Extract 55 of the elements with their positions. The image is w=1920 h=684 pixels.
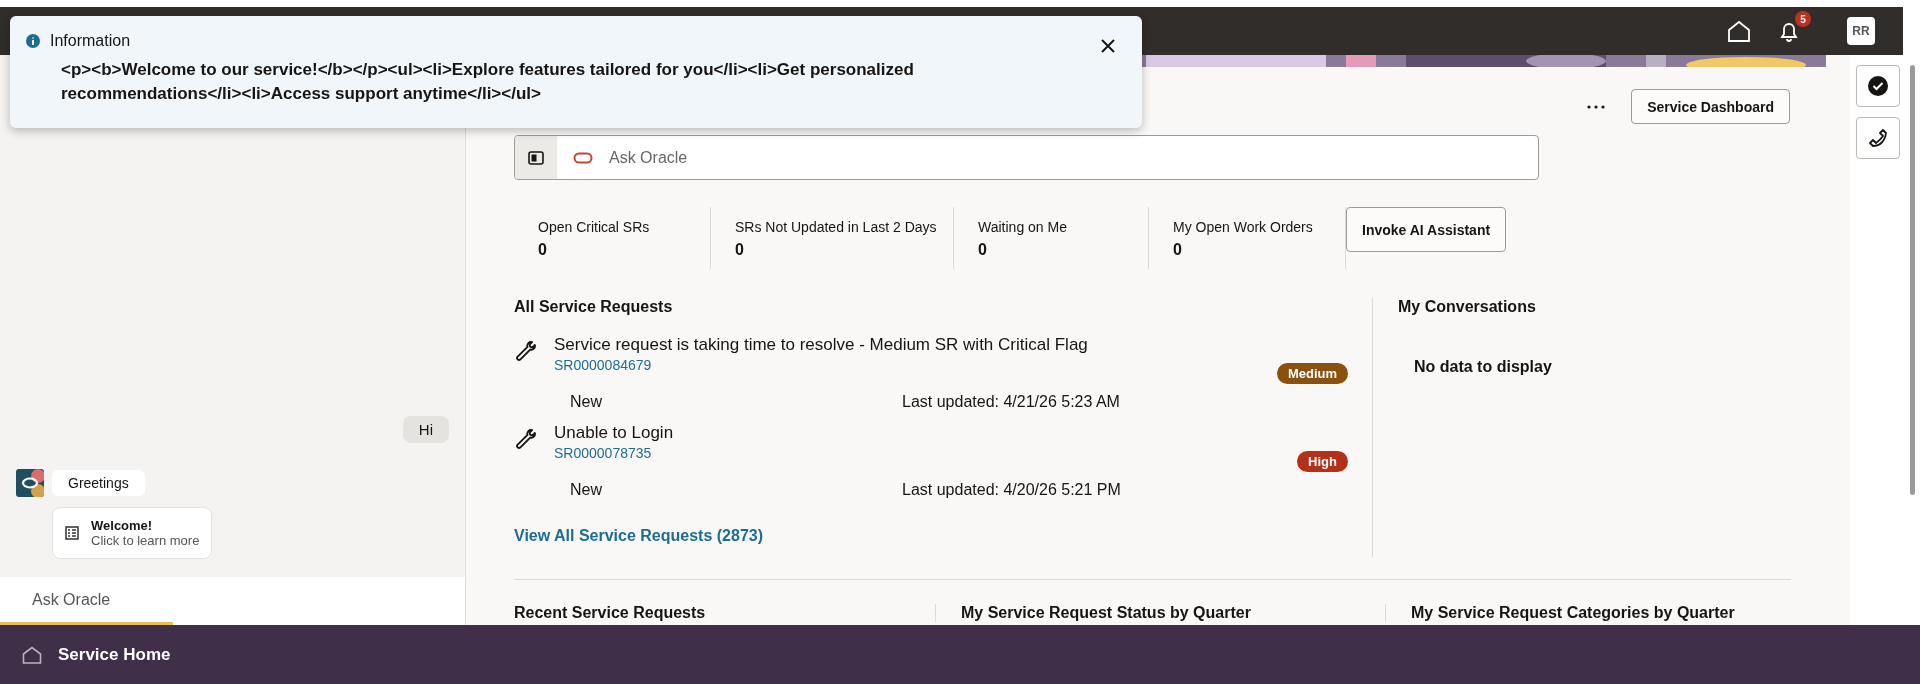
request-title: Unable to Login	[554, 423, 675, 443]
search-bar[interactable]: Ask Oracle	[514, 135, 1539, 180]
metric-label: My Open Work Orders	[1173, 219, 1314, 235]
view-all-link[interactable]: View All Service Requests (2873)	[514, 527, 763, 545]
search-field[interactable]: Ask Oracle	[607, 147, 1538, 168]
list-icon	[65, 526, 79, 540]
metric-value: 0	[1173, 241, 1183, 259]
metric-value: 0	[735, 241, 745, 259]
section-heading: All Service Requests	[514, 298, 674, 316]
page-title: Service Home	[58, 644, 171, 665]
toast-message: <p><b>Welcome to our service!</b></p><ul><li>Explore features tailored for you</li><li>Get personalized recommendations</li><li>Access support anytime</li></ul>	[61, 59, 915, 105]
section-heading: My Service Request Status by Quarter	[961, 604, 1252, 622]
toast-title: Information	[50, 32, 131, 50]
metric-label: SRs Not Updated in Last 2 Days	[735, 219, 938, 235]
request-link[interactable]: SR0000078735	[554, 445, 652, 461]
wrench-icon	[514, 341, 536, 363]
service-dashboard-button[interactable]: Service Dashboard	[1631, 89, 1790, 124]
more-icon[interactable]	[1587, 104, 1606, 109]
section-heading: Recent Service Requests	[514, 604, 707, 622]
chat-input-field[interactable]: Ask Oracle	[0, 577, 465, 625]
metric-label: Waiting on Me	[978, 219, 1068, 235]
priority-badge: High	[1297, 450, 1348, 472]
notification-count: 5	[1795, 11, 1811, 27]
tasks-button[interactable]	[1855, 65, 1900, 107]
welcome-card[interactable]: Welcome! Click to learn more	[52, 507, 213, 559]
ai-assistant-button[interactable]: Invoke AI Assistant	[1346, 207, 1507, 252]
bot-avatar-icon	[16, 469, 44, 497]
request-updated: Last updated: 4/20/26 5:21 PM	[902, 481, 1122, 499]
home-icon[interactable]	[22, 645, 42, 664]
metric-value: 0	[978, 241, 988, 259]
user-avatar[interactable]: RR	[1847, 17, 1875, 45]
empty-message: No data to display	[1414, 358, 1552, 376]
metric-label: Open Critical SRs	[538, 219, 651, 235]
close-icon	[1100, 38, 1116, 54]
metric-value: 0	[538, 241, 548, 259]
request-title: Service request is taking time to resolve - Medium SR with Critical Flag	[554, 335, 1089, 355]
request-status: New	[570, 393, 603, 411]
oracle-logo-icon	[573, 151, 593, 164]
section-heading: My Service Request Categories by Quarter	[1411, 604, 1736, 622]
phone-icon	[1866, 127, 1889, 149]
wrench-icon	[514, 429, 536, 451]
request-link[interactable]: SR0000084679	[554, 357, 652, 373]
chat-bubble: Hi	[402, 416, 449, 443]
phone-button[interactable]	[1855, 117, 1900, 159]
request-updated: Last updated: 4/21/26 5:23 AM	[902, 393, 1121, 411]
section-heading: My Conversations	[1398, 298, 1537, 316]
priority-badge: Medium	[1276, 362, 1348, 384]
request-status: New	[570, 481, 603, 499]
check-icon	[1866, 75, 1889, 97]
info-icon	[26, 34, 40, 48]
scrollbar[interactable]	[1910, 65, 1915, 495]
chat-bubble: Greetings	[52, 470, 145, 496]
card-subtitle: Click to learn more	[91, 533, 200, 548]
card-title: Welcome!	[91, 518, 154, 533]
sidebar-toggle-icon[interactable]	[528, 150, 544, 165]
